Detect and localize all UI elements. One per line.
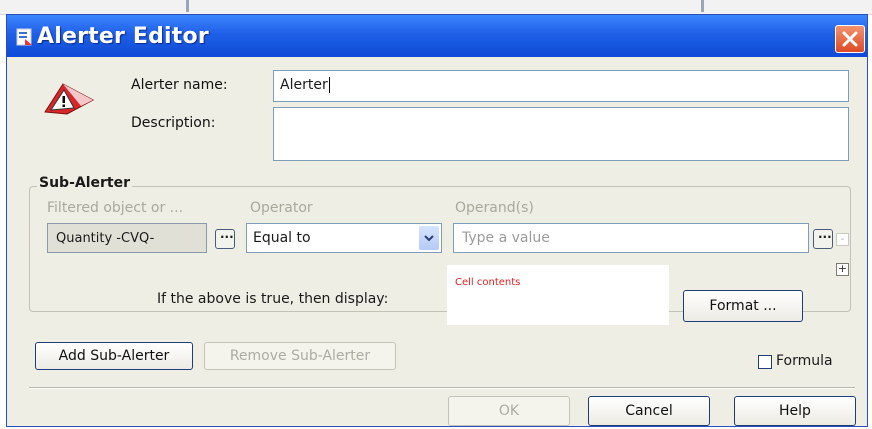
alerter-name-value: Alerter: [280, 77, 328, 93]
title-bar[interactable]: Alerter Editor: [7, 15, 867, 57]
ok-button[interactable]: OK: [448, 396, 570, 426]
filtered-object-header: Filtered object or ...: [47, 200, 184, 216]
background-divider: [701, 0, 704, 12]
description-textarea[interactable]: [273, 107, 849, 161]
display-label: If the above is true, then display:: [157, 291, 389, 307]
close-button[interactable]: [835, 25, 865, 53]
operand-browse-button[interactable]: ...: [813, 227, 833, 249]
remove-sub-alerter-button[interactable]: Remove Sub-Alerter: [204, 342, 396, 370]
filtered-object-browse-button[interactable]: ...: [215, 227, 235, 249]
footer-divider: [29, 387, 855, 389]
add-sub-alerter-button[interactable]: Add Sub-Alerter: [35, 342, 193, 370]
close-icon: [842, 31, 858, 47]
help-button[interactable]: Help: [734, 396, 856, 426]
alerter-name-input[interactable]: Alerter: [273, 70, 849, 102]
format-button[interactable]: Format ...: [683, 290, 803, 322]
background-divider: [186, 0, 189, 12]
formula-label: Formula: [776, 353, 833, 369]
add-operand-button[interactable]: +: [836, 263, 849, 276]
chevron-down-icon[interactable]: [419, 226, 439, 250]
background-window-strip: [0, 0, 872, 15]
filtered-object-field[interactable]: Quantity -CVQ-: [47, 223, 207, 253]
sub-alerter-legend: Sub-Alerter: [37, 175, 133, 191]
operator-value: Equal to: [253, 230, 311, 246]
operand-input[interactable]: Type a value: [453, 223, 809, 253]
window-title: Alerter Editor: [37, 24, 209, 49]
warning-icon: [41, 78, 99, 122]
alerter-name-label: Alerter name:: [131, 77, 228, 93]
operator-select[interactable]: Equal to: [246, 223, 442, 253]
remove-operand-button[interactable]: -: [836, 233, 849, 246]
description-label: Description:: [131, 115, 216, 131]
operands-header: Operand(s): [455, 200, 534, 216]
ellipsis-icon: ...: [818, 227, 832, 241]
cancel-button[interactable]: Cancel: [588, 396, 710, 426]
alerter-editor-icon: [15, 27, 35, 47]
cell-contents-display[interactable]: Cell contents: [447, 265, 669, 325]
ellipsis-icon: ...: [220, 227, 234, 241]
operator-header: Operator: [250, 200, 313, 216]
formula-checkbox[interactable]: [758, 355, 772, 369]
alerter-editor-dialog: Alerter Editor Alerter name: Alerter Des…: [6, 14, 868, 427]
